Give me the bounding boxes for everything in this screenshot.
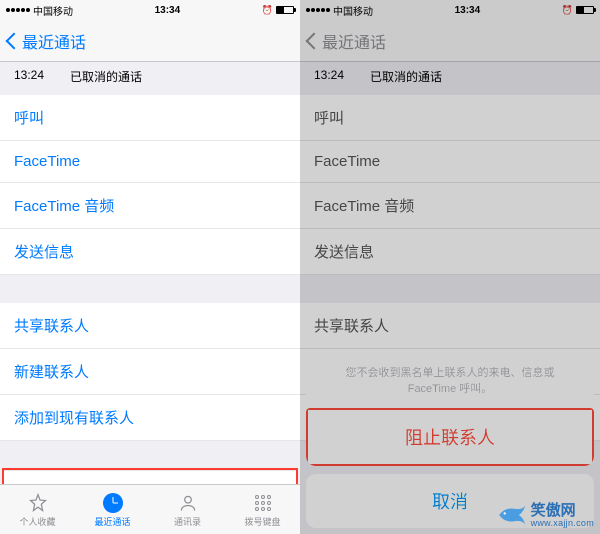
action-facetime[interactable]: FaceTime — [300, 141, 600, 183]
keypad-icon — [252, 492, 274, 514]
tab-recents[interactable]: 最近通话 — [75, 485, 150, 534]
action-send-message[interactable]: 发送信息 — [0, 229, 300, 275]
tab-label: 个人收藏 — [19, 515, 55, 528]
tab-favorites[interactable]: 个人收藏 — [0, 485, 75, 534]
watermark-name: 笑傲网 — [531, 503, 576, 519]
sheet-message: 您不会收到黑名单上联系人的来电、信息或 FaceTime 呼叫。 — [306, 356, 594, 408]
alarm-icon: ⏰ — [262, 5, 273, 16]
signal-dots-icon — [6, 8, 30, 12]
status-bar: 中国移动 13:34 ⏰ — [300, 0, 600, 20]
history-status: 已取消的通话 — [370, 68, 442, 85]
back-button[interactable]: 最近通话 — [308, 29, 386, 53]
action-call[interactable]: 呼叫 — [0, 95, 300, 141]
action-share-contact[interactable]: 共享联系人 — [300, 303, 600, 349]
history-time: 13:24 — [14, 68, 44, 85]
back-label: 最近通话 — [322, 29, 386, 53]
person-icon — [177, 492, 199, 514]
signal-dots-icon — [306, 8, 330, 12]
back-button[interactable]: 最近通话 — [8, 29, 86, 53]
nav-bar: 最近通话 — [0, 20, 300, 62]
chevron-left-icon — [306, 32, 323, 49]
call-history-row: 13:24 已取消的通话 — [0, 62, 300, 95]
action-share-contact[interactable]: 共享联系人 — [0, 303, 300, 349]
action-send-message[interactable]: 发送信息 — [300, 229, 600, 275]
chevron-left-icon — [6, 32, 23, 49]
action-facetime-audio[interactable]: FaceTime 音频 — [300, 183, 600, 229]
watermark: 笑傲网 www.xajjn.com — [495, 503, 594, 528]
clock-icon — [102, 492, 124, 514]
statusbar-time: 13:34 — [155, 5, 181, 16]
tab-contacts[interactable]: 通讯录 — [150, 485, 225, 534]
call-history-row: 13:24 已取消的通话 — [300, 62, 600, 95]
history-time: 13:24 — [314, 68, 344, 85]
tab-label: 通讯录 — [174, 515, 201, 528]
star-icon — [27, 492, 49, 514]
tab-keypad[interactable]: 拨号键盘 — [225, 485, 300, 534]
carrier-label: 中国移动 — [33, 3, 73, 18]
sheet-block-button[interactable]: 阻止联系人 — [308, 410, 592, 464]
carrier-label: 中国移动 — [333, 3, 373, 18]
back-label: 最近通话 — [22, 29, 86, 53]
content-area: 13:24 已取消的通话 呼叫 FaceTime FaceTime 音频 发送信… — [0, 62, 300, 519]
tab-label: 拨号键盘 — [244, 515, 280, 528]
action-new-contact[interactable]: 新建联系人 — [0, 349, 300, 395]
action-add-existing[interactable]: 添加到现有联系人 — [0, 395, 300, 441]
action-call[interactable]: 呼叫 — [300, 95, 600, 141]
nav-bar: 最近通话 — [300, 20, 600, 62]
action-facetime-audio[interactable]: FaceTime 音频 — [0, 183, 300, 229]
fish-icon — [495, 504, 527, 526]
battery-icon — [276, 6, 294, 14]
tab-label: 最近通话 — [94, 515, 130, 528]
screen-left: 中国移动 13:34 ⏰ 最近通话 13:24 已取消的通话 呼叫 FaceTi… — [0, 0, 300, 534]
screen-right: 中国移动 13:34 ⏰ 最近通话 13:24 已取消的通话 呼叫 FaceTi… — [300, 0, 600, 534]
tab-bar: 个人收藏 最近通话 通讯录 拨号键盘 — [0, 484, 300, 534]
statusbar-time: 13:34 — [455, 5, 481, 16]
status-bar: 中国移动 13:34 ⏰ — [0, 0, 300, 20]
action-facetime[interactable]: FaceTime — [0, 141, 300, 183]
history-status: 已取消的通话 — [70, 68, 142, 85]
watermark-url: www.xajjn.com — [531, 519, 594, 528]
alarm-icon: ⏰ — [562, 5, 573, 16]
battery-icon — [576, 6, 594, 14]
